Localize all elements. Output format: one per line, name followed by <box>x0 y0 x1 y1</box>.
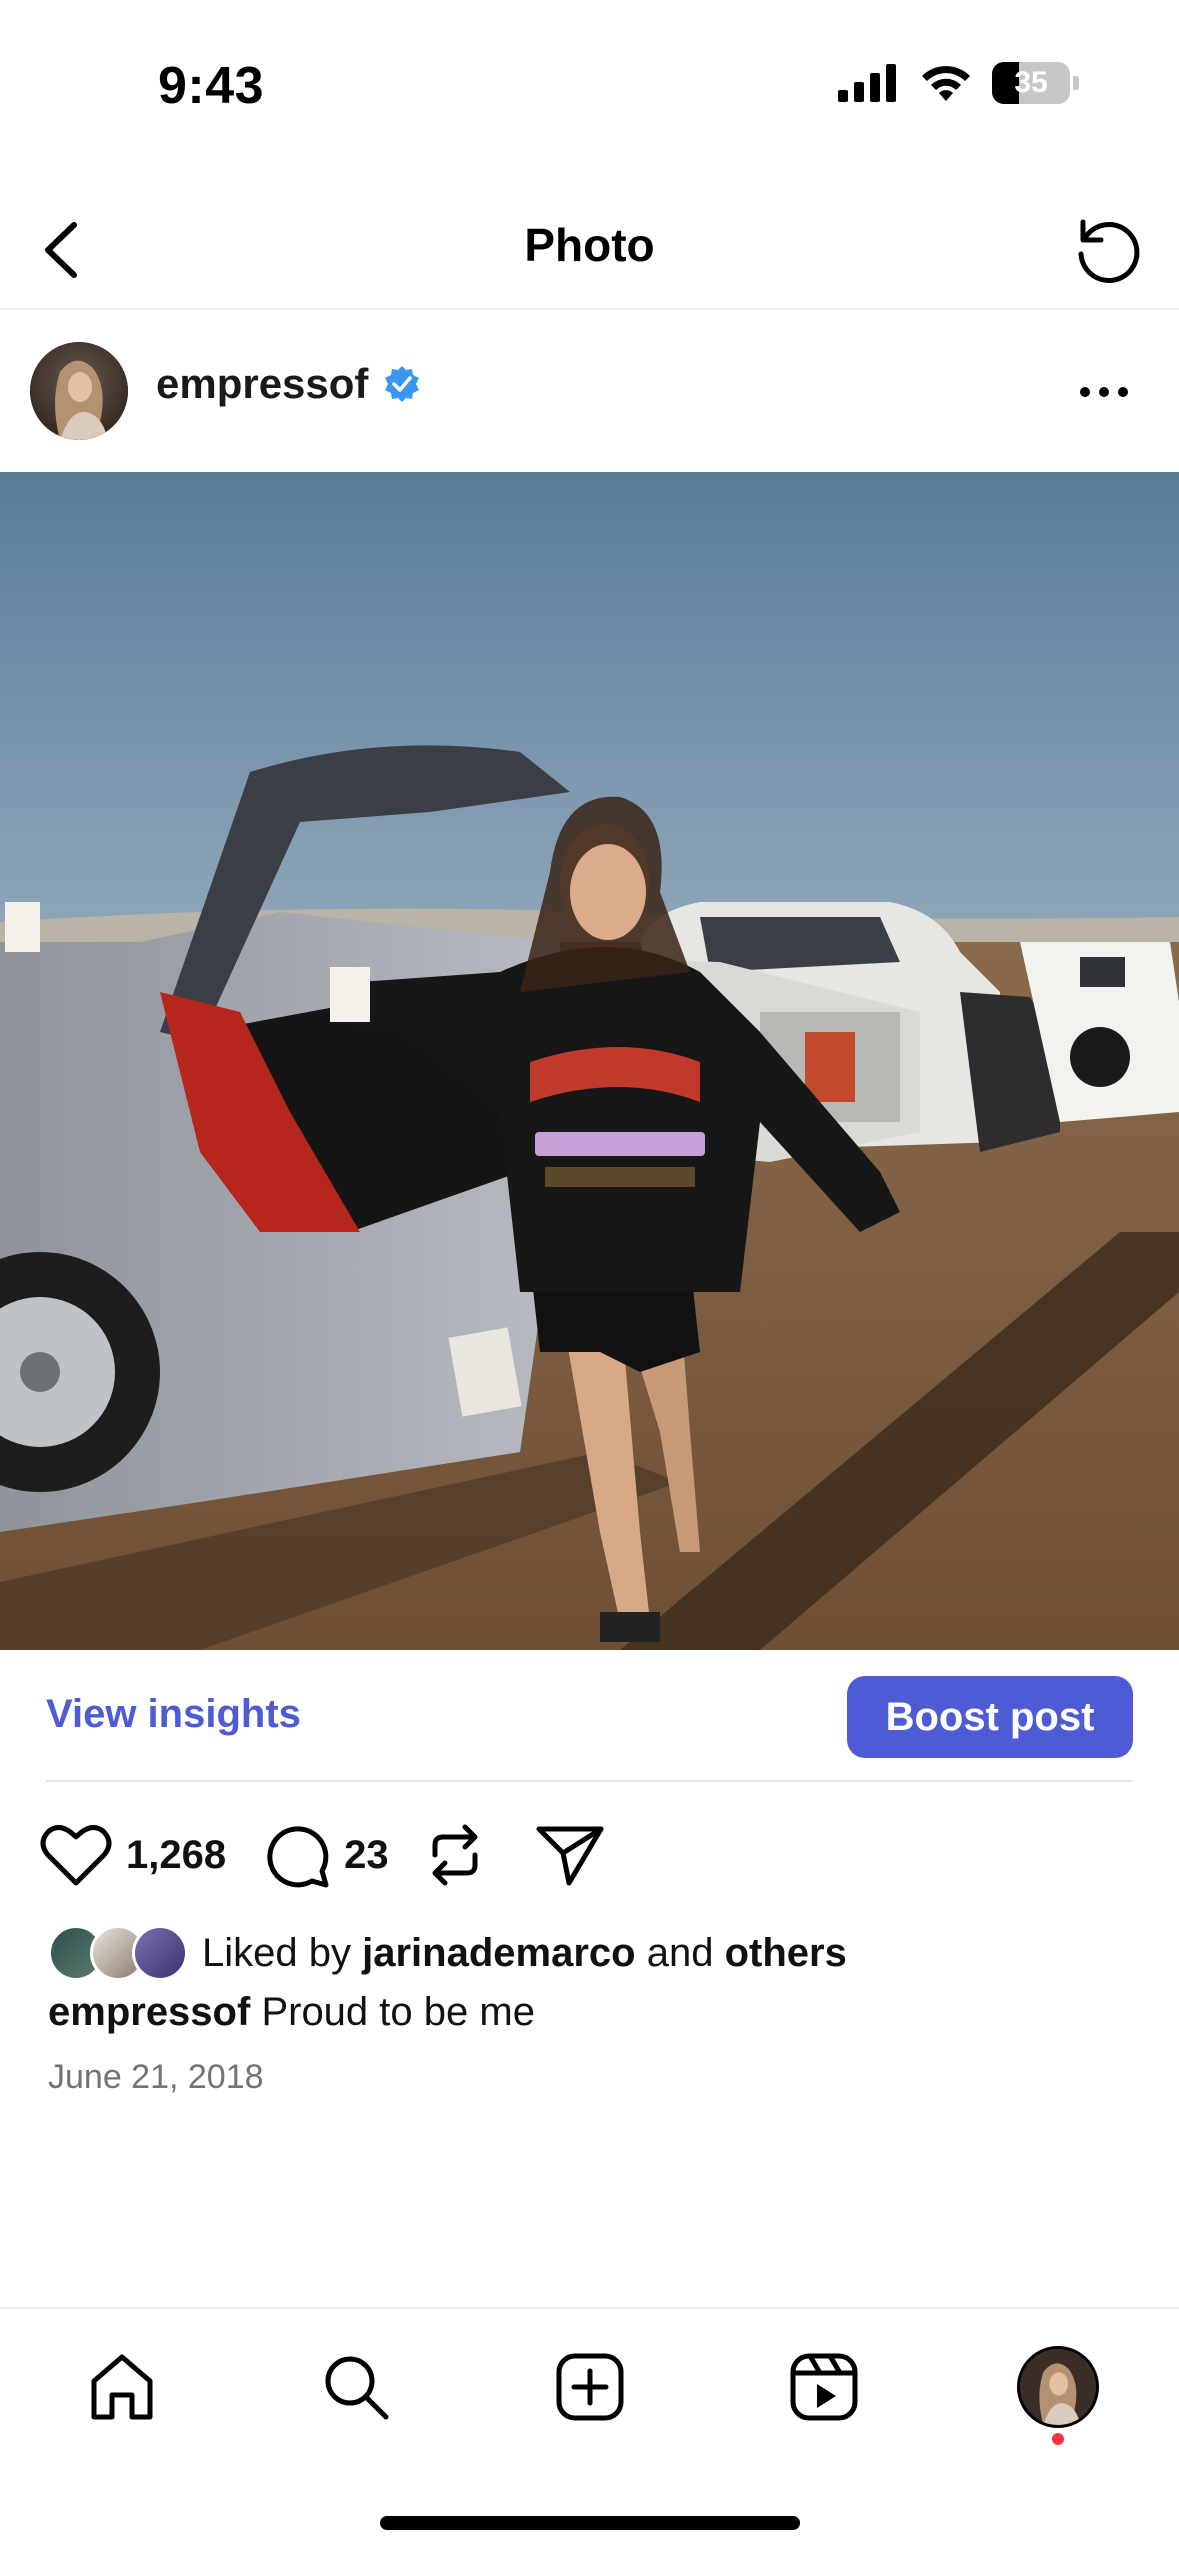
like-count[interactable]: 1,268 <box>126 1833 226 1878</box>
home-indicator <box>380 2516 800 2530</box>
post-photo-image <box>0 472 1179 1650</box>
caption: empressof Proud to be me <box>48 1990 535 2035</box>
post-header: empressof <box>0 312 1179 472</box>
notification-dot <box>1052 2433 1064 2445</box>
comment-action[interactable]: 23 <box>262 1821 389 1889</box>
tab-reels[interactable] <box>774 2337 874 2437</box>
search-icon <box>325 2356 389 2420</box>
refresh-icon <box>1078 219 1140 283</box>
comment-icon[interactable] <box>262 1821 330 1889</box>
avatar-image <box>30 342 128 440</box>
wifi-icon <box>922 66 970 101</box>
username-row: empressof <box>156 360 422 408</box>
heart-icon[interactable] <box>40 1823 112 1887</box>
reels-icon <box>790 2353 858 2421</box>
like-action[interactable]: 1,268 <box>40 1823 226 1887</box>
share-icon[interactable] <box>535 1823 605 1887</box>
tab-create[interactable] <box>540 2337 640 2437</box>
caption-username[interactable]: empressof <box>48 1990 250 2034</box>
post-date: June 21, 2018 <box>48 2058 264 2096</box>
refresh-button[interactable] <box>1065 208 1149 292</box>
repost-action[interactable] <box>425 1821 485 1889</box>
liked-by-prefix: Liked by <box>202 1930 351 1975</box>
liked-by-conj: and <box>646 1930 714 1975</box>
tab-search[interactable] <box>306 2337 406 2437</box>
verified-badge-icon <box>385 366 420 402</box>
liked-by-user[interactable]: jarinademarco <box>362 1931 635 1975</box>
top-navigation: Photo <box>0 190 1179 310</box>
battery-body: 35 <box>992 62 1070 104</box>
liker-avatars <box>48 1925 196 1981</box>
divider <box>46 1780 1133 1782</box>
battery-icon: 35 <box>992 62 1079 104</box>
status-time: 9:43 <box>158 57 265 115</box>
create-icon <box>556 2353 624 2421</box>
liked-by-row[interactable]: Liked by jarinademarco and others <box>48 1925 847 1981</box>
post-actions: 1,268 23 <box>40 1815 641 1895</box>
battery-cap <box>1073 76 1079 90</box>
status-icons: 35 <box>838 62 1079 104</box>
liker-avatar <box>132 1925 188 1981</box>
post-photo[interactable] <box>0 472 1179 1650</box>
home-icon <box>91 2354 153 2420</box>
share-action[interactable] <box>535 1823 605 1887</box>
tab-profile[interactable] <box>1008 2337 1108 2437</box>
liked-by-text: Liked by jarinademarco and others <box>202 1931 847 1976</box>
liked-by-others[interactable]: others <box>725 1931 847 1975</box>
caption-text: Proud to be me <box>261 1990 535 2034</box>
avatar[interactable] <box>30 342 128 440</box>
view-insights-link[interactable]: View insights <box>46 1692 301 1737</box>
more-horizontal-icon <box>1080 387 1128 397</box>
tab-home[interactable] <box>72 2337 172 2437</box>
more-options-button[interactable] <box>1069 362 1139 422</box>
page-title: Photo <box>524 219 655 271</box>
profile-avatar-image <box>1020 2349 1096 2425</box>
profile-avatar <box>1017 2346 1099 2428</box>
battery-level: 35 <box>1014 66 1048 99</box>
repost-icon[interactable] <box>425 1821 485 1889</box>
comment-count[interactable]: 23 <box>344 1833 389 1878</box>
post-username[interactable]: empressof <box>156 360 368 408</box>
cellular-signal-icon <box>838 64 896 102</box>
status-bar: 9:43 35 <box>0 0 1179 170</box>
boost-post-button[interactable]: Boost post <box>847 1676 1133 1758</box>
insights-row: View insights Boost post <box>0 1650 1179 1780</box>
